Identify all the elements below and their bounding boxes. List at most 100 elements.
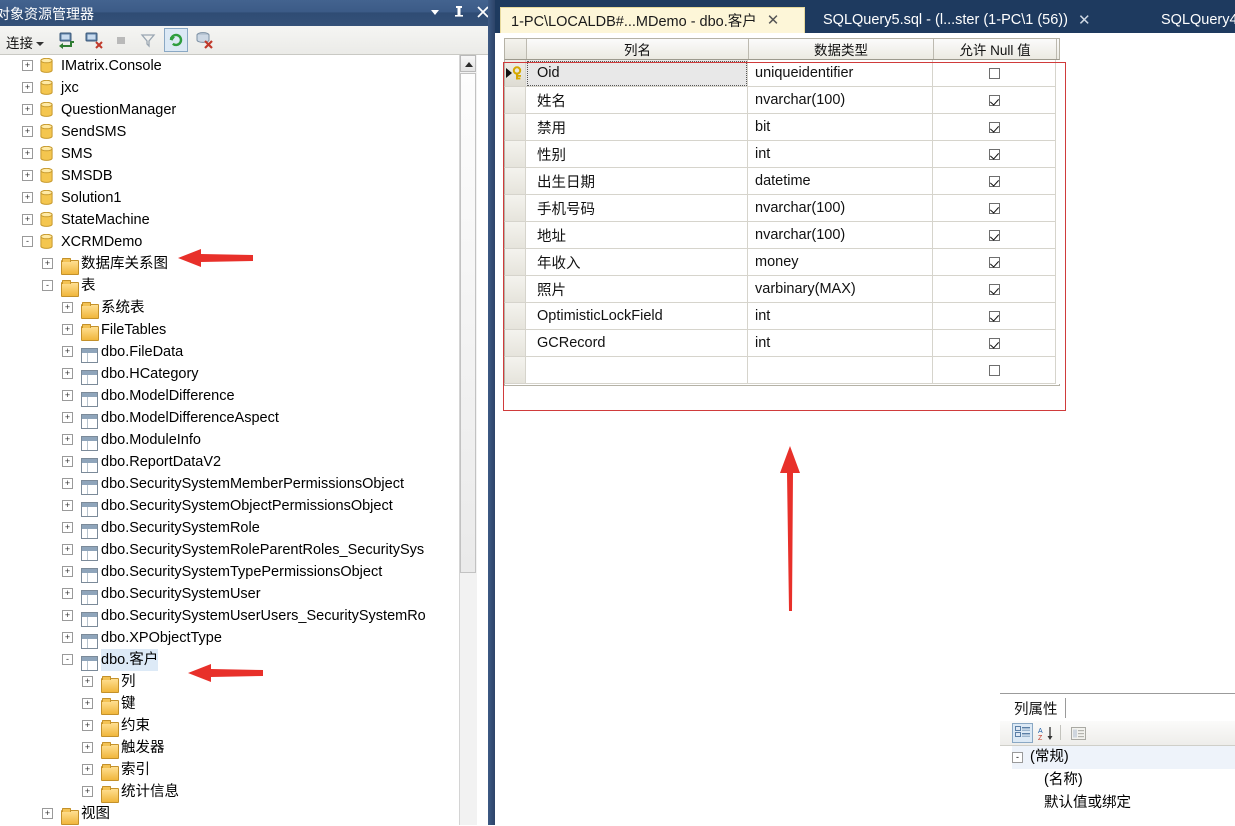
tree-node[interactable]: + dbo.ModelDifferenceAspect xyxy=(0,407,477,429)
expand-icon[interactable]: + xyxy=(82,720,93,731)
table-row[interactable]: 性别 int xyxy=(504,141,1060,168)
tree-node[interactable]: + QuestionManager xyxy=(0,99,477,121)
property-row[interactable]: (名称) xyxy=(1012,769,1235,792)
tree-node[interactable]: + 约束 xyxy=(0,715,477,737)
tree-node[interactable]: + dbo.SecuritySystemTypePermissionsObject xyxy=(0,561,477,583)
table-row[interactable] xyxy=(504,357,1060,384)
expand-icon[interactable]: + xyxy=(62,544,73,555)
tree-node[interactable]: + 索引 xyxy=(0,759,477,781)
tree-node[interactable]: + dbo.SecuritySystemRole xyxy=(0,517,477,539)
table-row[interactable]: 禁用 bit xyxy=(504,114,1060,141)
tree-node[interactable]: + dbo.ReportDataV2 xyxy=(0,451,477,473)
expand-icon[interactable]: + xyxy=(82,676,93,687)
tab-close-icon[interactable]: ✕ xyxy=(767,13,780,28)
expand-icon[interactable]: + xyxy=(22,148,33,159)
tree-node[interactable]: + 数据库关系图 xyxy=(0,253,477,275)
table-row[interactable]: 姓名 nvarchar(100) xyxy=(504,87,1060,114)
cell-data-type[interactable]: varbinary(MAX) xyxy=(748,276,933,303)
expand-icon[interactable]: + xyxy=(82,786,93,797)
connect-button[interactable]: 连接 xyxy=(2,30,48,54)
table-designer-grid[interactable]: 列名 数据类型 允许 Null 值 Oid uniqueidentifier 姓名 n… xyxy=(504,38,1060,386)
cell-data-type[interactable]: nvarchar(100) xyxy=(748,222,933,249)
cell-allow-nulls[interactable] xyxy=(933,141,1056,168)
row-selector[interactable] xyxy=(504,357,526,384)
expand-icon[interactable]: + xyxy=(22,126,33,137)
expand-icon[interactable]: + xyxy=(22,104,33,115)
cell-column-name[interactable]: 年收入 xyxy=(526,249,748,276)
cell-allow-nulls[interactable] xyxy=(933,276,1056,303)
tab-close-icon[interactable]: ✕ xyxy=(1078,13,1091,28)
tab-column-properties[interactable]: 列属性 xyxy=(1012,696,1066,721)
cell-allow-nulls[interactable] xyxy=(933,60,1056,87)
row-selector[interactable] xyxy=(504,330,526,357)
tree-node[interactable]: + IMatrix.Console xyxy=(0,55,477,77)
tree-node[interactable]: + dbo.FileData xyxy=(0,341,477,363)
allow-nulls-checkbox[interactable] xyxy=(988,283,1000,295)
cell-column-name[interactable]: 姓名 xyxy=(526,87,748,114)
tree-node[interactable]: + Solution1 xyxy=(0,187,477,209)
categorized-icon[interactable] xyxy=(1012,723,1033,743)
cell-allow-nulls[interactable] xyxy=(933,87,1056,114)
table-row[interactable]: 年收入 money xyxy=(504,249,1060,276)
row-selector[interactable] xyxy=(504,249,526,276)
primary-key-icon[interactable] xyxy=(504,60,526,87)
stop-icon[interactable] xyxy=(110,29,132,51)
allow-nulls-checkbox[interactable] xyxy=(988,364,1000,376)
expand-icon[interactable]: + xyxy=(22,214,33,225)
tree-node[interactable]: + 视图 xyxy=(0,803,477,825)
table-row[interactable]: Oid uniqueidentifier xyxy=(504,60,1060,87)
allow-nulls-checkbox[interactable] xyxy=(988,310,1000,322)
allow-nulls-checkbox[interactable] xyxy=(988,229,1000,241)
expand-icon[interactable]: + xyxy=(62,588,73,599)
tree-node[interactable]: + jxc xyxy=(0,77,477,99)
tree-node[interactable]: + SMS xyxy=(0,143,477,165)
document-tab[interactable]: SQLQuery4.sql - xyxy=(1151,7,1235,33)
cell-column-name[interactable]: OptimisticLockField xyxy=(526,303,748,330)
allow-nulls-checkbox[interactable] xyxy=(988,94,1000,106)
filter-icon[interactable] xyxy=(137,29,159,51)
expand-icon[interactable]: + xyxy=(22,82,33,93)
tree-node[interactable]: - dbo.客户 xyxy=(0,649,477,671)
chevron-down-icon[interactable] xyxy=(36,41,44,46)
cell-column-name[interactable]: GCRecord xyxy=(526,330,748,357)
allow-nulls-checkbox[interactable] xyxy=(988,67,1000,79)
cell-data-type[interactable]: uniqueidentifier xyxy=(748,60,933,87)
cell-allow-nulls[interactable] xyxy=(933,195,1056,222)
allow-nulls-checkbox[interactable] xyxy=(988,148,1000,160)
cell-column-name[interactable]: Oid xyxy=(526,60,748,87)
row-selector[interactable] xyxy=(504,222,526,249)
tree-node[interactable]: + dbo.SecuritySystemObjectPermissionsObje… xyxy=(0,495,477,517)
document-tab[interactable]: 1-PC\LOCALDB#...MDemo - dbo.客户 ✕ xyxy=(500,7,805,33)
pin-icon[interactable] xyxy=(451,3,467,21)
collapse-icon[interactable]: - xyxy=(42,280,53,291)
expand-icon[interactable]: + xyxy=(82,698,93,709)
object-explorer-scrollbar[interactable] xyxy=(459,55,477,825)
cell-data-type[interactable] xyxy=(748,357,933,384)
allow-nulls-checkbox[interactable] xyxy=(988,256,1000,268)
cell-data-type[interactable]: bit xyxy=(748,114,933,141)
object-explorer-tree[interactable]: + IMatrix.Console + jxc + QuestionManager + Sen… xyxy=(0,55,477,825)
cell-column-name[interactable]: 照片 xyxy=(526,276,748,303)
tree-node[interactable]: + 统计信息 xyxy=(0,781,477,803)
tree-node[interactable]: + SMSDB xyxy=(0,165,477,187)
cell-data-type[interactable]: money xyxy=(748,249,933,276)
expand-icon[interactable]: + xyxy=(62,324,73,335)
expand-icon[interactable]: + xyxy=(62,566,73,577)
cell-data-type[interactable]: int xyxy=(748,303,933,330)
cell-data-type[interactable]: nvarchar(100) xyxy=(748,87,933,114)
expand-icon[interactable]: + xyxy=(62,522,73,533)
tree-node[interactable]: + dbo.HCategory xyxy=(0,363,477,385)
disconnected-server-icon[interactable] xyxy=(193,29,215,51)
expand-icon[interactable]: + xyxy=(62,368,73,379)
allow-nulls-checkbox[interactable] xyxy=(988,202,1000,214)
tree-node[interactable]: + FileTables xyxy=(0,319,477,341)
tree-node[interactable]: + dbo.SecuritySystemUserUsers_SecuritySys… xyxy=(0,605,477,627)
row-selector[interactable] xyxy=(504,276,526,303)
tree-node[interactable]: + 键 xyxy=(0,693,477,715)
property-row[interactable]: 默认值或绑定 xyxy=(1012,792,1235,815)
alphabetical-sort-icon[interactable]: A Z xyxy=(1036,723,1057,743)
expand-icon[interactable]: + xyxy=(62,478,73,489)
table-row[interactable]: 出生日期 datetime xyxy=(504,168,1060,195)
tree-node[interactable]: -表 xyxy=(0,275,477,297)
property-group-row[interactable]: - (常规) xyxy=(1012,746,1235,769)
